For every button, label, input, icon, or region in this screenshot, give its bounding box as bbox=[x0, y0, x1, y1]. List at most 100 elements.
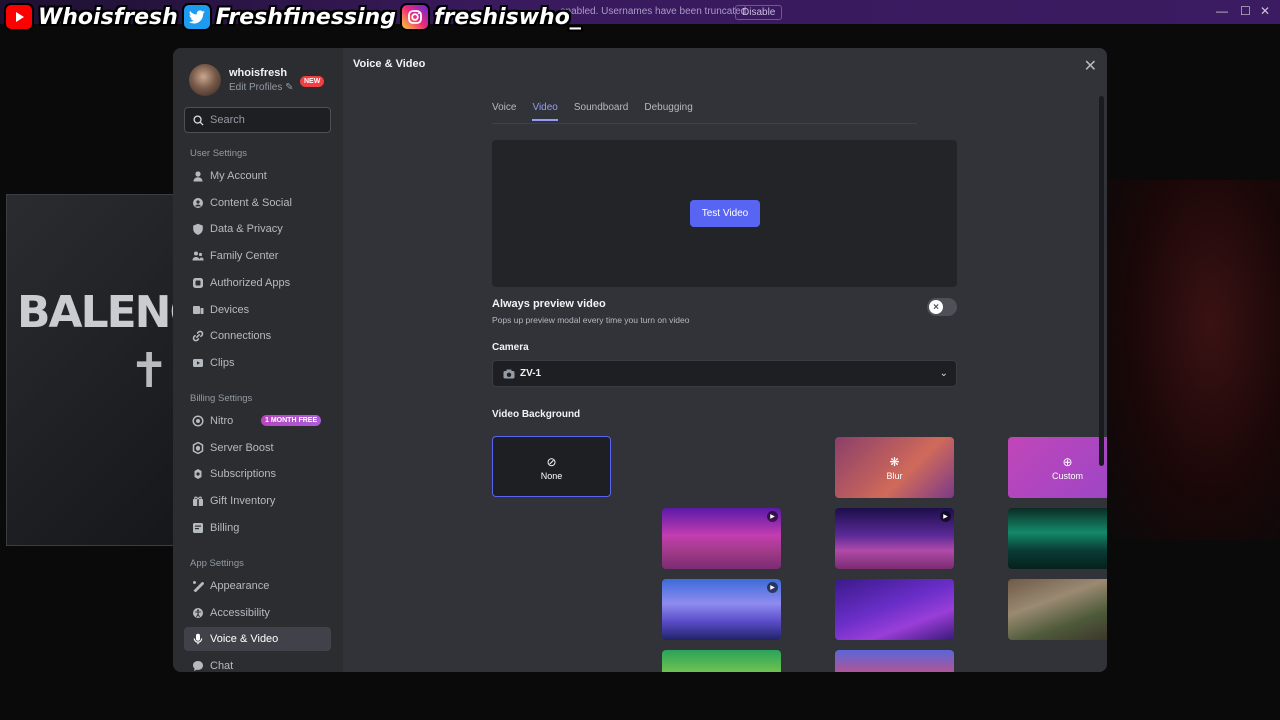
link-icon bbox=[192, 330, 204, 342]
sidebar-item-label: Appearance bbox=[210, 580, 270, 592]
boost-icon bbox=[192, 441, 204, 454]
always-preview-toggle[interactable]: × bbox=[927, 298, 957, 316]
devices-icon bbox=[192, 304, 204, 316]
gift-icon bbox=[192, 495, 204, 507]
camera-label: Camera bbox=[492, 342, 529, 353]
sidebar-item-voice-video[interactable]: Voice & Video bbox=[184, 627, 331, 652]
accessibility-icon bbox=[192, 607, 204, 619]
nitro-icon bbox=[192, 415, 204, 427]
username: whoisfresh bbox=[229, 67, 288, 79]
twitter-handle: Freshfinessing bbox=[181, 3, 396, 31]
sidebar-item-label: Subscriptions bbox=[210, 468, 277, 481]
background-custom[interactable]: ⊕ Custom bbox=[1008, 437, 1107, 498]
test-video-button[interactable]: Test Video bbox=[690, 200, 760, 227]
close-icon[interactable]: ✕ bbox=[1084, 56, 1097, 76]
camera-icon bbox=[503, 369, 515, 378]
shirt-logo-text: BALENC bbox=[17, 287, 175, 338]
sidebar-item-family-center[interactable]: Family Center bbox=[184, 244, 331, 268]
sidebar-item-gift-inventory[interactable]: Gift Inventory bbox=[184, 489, 331, 513]
background-preset[interactable]: ▶ bbox=[835, 508, 954, 569]
search-input[interactable]: Search bbox=[184, 107, 331, 133]
background-preset[interactable]: ▶ bbox=[662, 508, 781, 569]
sidebar-item-connections[interactable]: Connections bbox=[184, 324, 331, 348]
background-preset[interactable]: ▶ bbox=[662, 579, 781, 640]
sidebar-item-label: Family Center bbox=[210, 250, 279, 263]
tab-divider bbox=[492, 123, 917, 124]
sidebar-item-server-boost[interactable]: Server Boost bbox=[184, 436, 331, 460]
sidebar-item-label: Data & Privacy bbox=[210, 223, 283, 236]
disable-button[interactable]: Disable bbox=[735, 5, 783, 20]
background-blur[interactable]: ❋ Blur bbox=[835, 437, 954, 498]
maximize-button[interactable]: ☐ bbox=[1240, 4, 1251, 18]
webcam-feed: BALENC ✝ bbox=[6, 194, 176, 546]
sidebar-item-label: Clips bbox=[210, 356, 235, 369]
sidebar-item-label: Connections bbox=[210, 330, 272, 343]
blur-icon: ❋ bbox=[889, 455, 900, 469]
search-placeholder: Search bbox=[210, 114, 245, 126]
stream-overlay: Whoisfresh Freshfinessing freshiswho_ bbox=[0, 0, 581, 34]
sidebar-item-label: Server Boost bbox=[210, 441, 274, 454]
cross-pendant: ✝ bbox=[129, 345, 170, 398]
sidebar-item-appearance[interactable]: Appearance bbox=[184, 574, 331, 598]
sidebar-item-label: Nitro bbox=[210, 415, 234, 427]
tab-debugging[interactable]: Debugging bbox=[644, 102, 692, 121]
page-title: Voice & Video bbox=[353, 58, 426, 70]
sidebar-item-label: Authorized Apps bbox=[210, 276, 291, 289]
play-icon: ▶ bbox=[767, 511, 778, 522]
tab-voice[interactable]: Voice bbox=[492, 102, 516, 121]
sidebar-item-data-privacy[interactable]: Data & Privacy bbox=[184, 217, 331, 241]
background-preset[interactable] bbox=[835, 579, 954, 640]
shield-icon bbox=[192, 223, 204, 236]
search-icon bbox=[193, 114, 204, 126]
app-settings-header: App Settings bbox=[190, 558, 244, 569]
sidebar-item-label: Devices bbox=[210, 303, 250, 316]
mic-icon bbox=[192, 633, 204, 645]
tab-soundboard[interactable]: Soundboard bbox=[574, 102, 629, 121]
sidebar-item-label: My Account bbox=[210, 170, 267, 182]
play-icon: ▶ bbox=[940, 511, 951, 522]
billing-settings-header: Billing Settings bbox=[190, 393, 253, 404]
sidebar-item-billing[interactable]: Billing bbox=[184, 516, 331, 540]
video-preview: Test Video bbox=[492, 140, 957, 287]
background-preset[interactable]: ▶ bbox=[1008, 508, 1107, 569]
sidebar-item-accessibility[interactable]: Accessibility bbox=[184, 601, 331, 625]
youtube-handle: Whoisfresh bbox=[4, 3, 178, 31]
chat-icon bbox=[192, 660, 204, 672]
camera-select[interactable]: ZV-1 ⌄ bbox=[492, 360, 957, 387]
background-none[interactable]: ⊘ None bbox=[492, 436, 611, 497]
chevron-down-icon: ⌄ bbox=[939, 368, 948, 379]
sidebar-item-label: Content & Social bbox=[210, 196, 292, 209]
toggle-off-icon: × bbox=[929, 300, 943, 314]
tab-bar: Voice Video Soundboard Debugging bbox=[492, 102, 693, 121]
new-badge: NEW bbox=[300, 76, 325, 87]
background-preset[interactable] bbox=[1008, 579, 1107, 640]
edit-profiles-link[interactable]: Edit Profiles ✎ bbox=[229, 82, 294, 93]
sidebar-item-chat[interactable]: Chat bbox=[184, 654, 331, 672]
sidebar-item-subscriptions[interactable]: Subscriptions bbox=[184, 462, 331, 486]
window-close-button[interactable]: ✕ bbox=[1260, 4, 1270, 18]
sidebar-item-my-account[interactable]: My Account bbox=[184, 164, 331, 188]
sidebar-item-nitro[interactable]: Nitro 1 MONTH FREE bbox=[184, 409, 331, 433]
scrollbar[interactable] bbox=[1099, 96, 1104, 466]
clips-icon bbox=[192, 357, 204, 369]
content-icon bbox=[192, 197, 204, 209]
sidebar-item-devices[interactable]: Devices bbox=[184, 298, 331, 322]
minimize-button[interactable]: — bbox=[1216, 4, 1228, 18]
billing-icon bbox=[192, 522, 204, 534]
user-settings-header: User Settings bbox=[190, 148, 248, 159]
sidebar-item-clips[interactable]: Clips bbox=[184, 351, 331, 375]
sidebar-item-label: Billing bbox=[210, 521, 240, 534]
tab-video[interactable]: Video bbox=[532, 102, 558, 121]
background-preset[interactable] bbox=[835, 650, 954, 672]
background-preset[interactable] bbox=[662, 650, 781, 672]
sidebar-item-content-social[interactable]: Content & Social bbox=[184, 191, 331, 215]
avatar bbox=[189, 64, 221, 96]
sidebar-item-label: Voice & Video bbox=[210, 633, 279, 646]
person-icon bbox=[192, 170, 204, 182]
instagram-icon bbox=[399, 3, 430, 31]
profile-header[interactable]: whoisfresh Edit Profiles ✎ bbox=[189, 64, 294, 96]
sidebar-item-authorized-apps[interactable]: Authorized Apps bbox=[184, 271, 331, 295]
add-image-icon: ⊕ bbox=[1062, 455, 1073, 469]
always-preview-title: Always preview video bbox=[492, 298, 606, 310]
settings-content: Voice & Video ✕ Voice Video Soundboard D… bbox=[343, 48, 1107, 672]
